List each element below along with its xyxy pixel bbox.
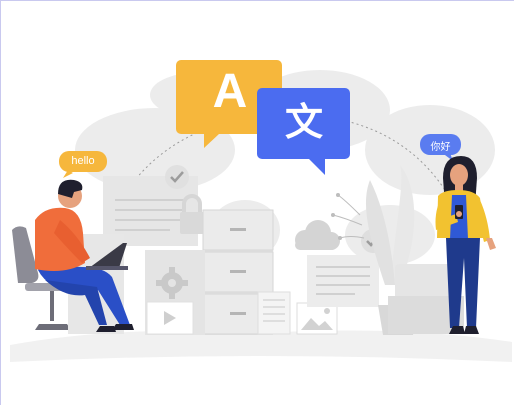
translate-cjk-letter: 文 [284,100,323,144]
cloud-icon [295,220,340,250]
speech-left-text: hello [71,155,95,167]
speech-right-text: 你好 [430,142,451,153]
right-document-card [307,255,379,307]
check-icon [165,165,189,189]
play-icon [146,301,194,335]
phone-icon [455,205,463,219]
translate-latin-letter: A [212,65,248,118]
ground-shadow [10,330,512,362]
small-document [257,291,291,335]
image-icon [296,302,338,335]
